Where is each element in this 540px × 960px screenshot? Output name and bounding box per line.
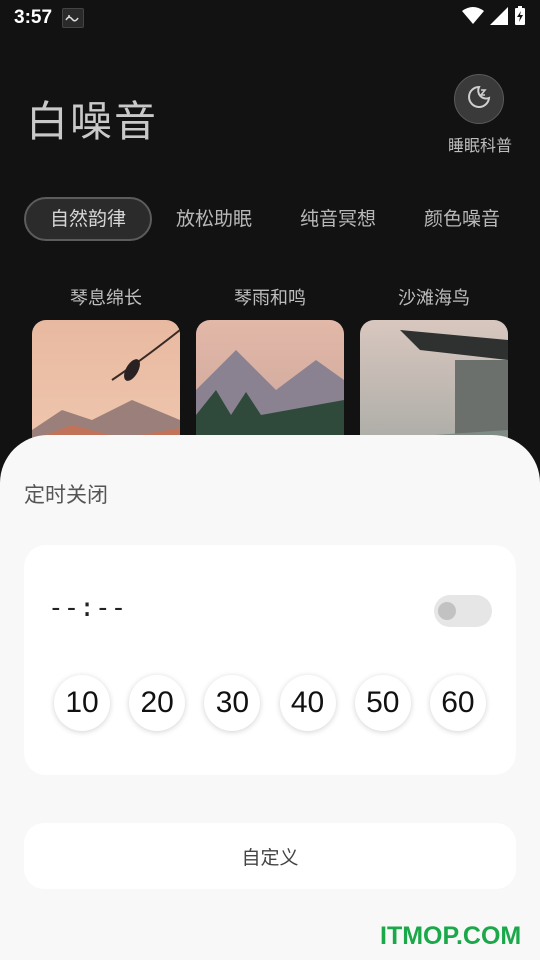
sleep-science-button[interactable]	[454, 74, 504, 124]
moon-zz-icon	[466, 84, 492, 114]
notification-icon	[62, 8, 85, 28]
sound-list: 琴息绵长 琴雨和鸣 沙滩海鸟	[32, 284, 540, 444]
signal-icon	[490, 7, 508, 29]
preset-60-button[interactable]: 60	[429, 675, 486, 731]
battery-charging-icon	[514, 6, 526, 30]
sheet-title: 定时关闭	[24, 483, 108, 507]
sleep-science-label[interactable]: 睡眠科普	[440, 132, 520, 156]
sound-card[interactable]: 琴雨和鸣	[196, 284, 344, 444]
timer-display: --:--	[48, 593, 127, 623]
tab-color-noise[interactable]: 颜色噪音	[400, 197, 524, 241]
watermark: ITMOP.COM	[380, 922, 522, 950]
sound-title: 琴息绵长	[70, 288, 142, 309]
sound-thumbnail[interactable]	[360, 320, 508, 444]
tab-nature[interactable]: 自然韵律	[24, 197, 153, 241]
category-tabs: 自然韵律 放松助眠 纯音冥想 颜色噪音	[24, 197, 540, 241]
tab-relax[interactable]: 放松助眠	[152, 197, 276, 241]
timer-card: --:-- 10 20 30 40 50 60	[24, 545, 516, 775]
preset-20-button[interactable]: 20	[129, 675, 186, 731]
page-title: 白噪音	[26, 97, 159, 146]
preset-30-button[interactable]: 30	[204, 675, 261, 731]
timer-bottom-sheet: 定时关闭 --:-- 10 20 30 40 50 60 自定义	[0, 435, 540, 960]
sound-thumbnail[interactable]	[196, 320, 344, 444]
status-time: 3:57	[14, 7, 53, 28]
preset-40-button[interactable]: 40	[279, 675, 336, 731]
tab-meditation[interactable]: 纯音冥想	[276, 197, 400, 241]
timer-presets: 10 20 30 40 50 60	[54, 675, 486, 731]
sound-title: 沙滩海鸟	[398, 288, 470, 309]
preset-10-button[interactable]: 10	[54, 675, 110, 731]
sound-card[interactable]: 琴息绵长	[32, 284, 180, 444]
toggle-knob	[438, 602, 456, 620]
status-bar: 3:57	[0, 0, 540, 36]
sound-title: 琴雨和鸣	[234, 288, 306, 309]
sound-thumbnail[interactable]	[32, 320, 180, 444]
wifi-icon	[462, 7, 484, 29]
custom-timer-button[interactable]: 自定义	[24, 823, 516, 889]
preset-50-button[interactable]: 50	[354, 675, 411, 731]
timer-toggle[interactable]	[434, 595, 492, 627]
sound-card[interactable]: 沙滩海鸟	[360, 284, 508, 444]
